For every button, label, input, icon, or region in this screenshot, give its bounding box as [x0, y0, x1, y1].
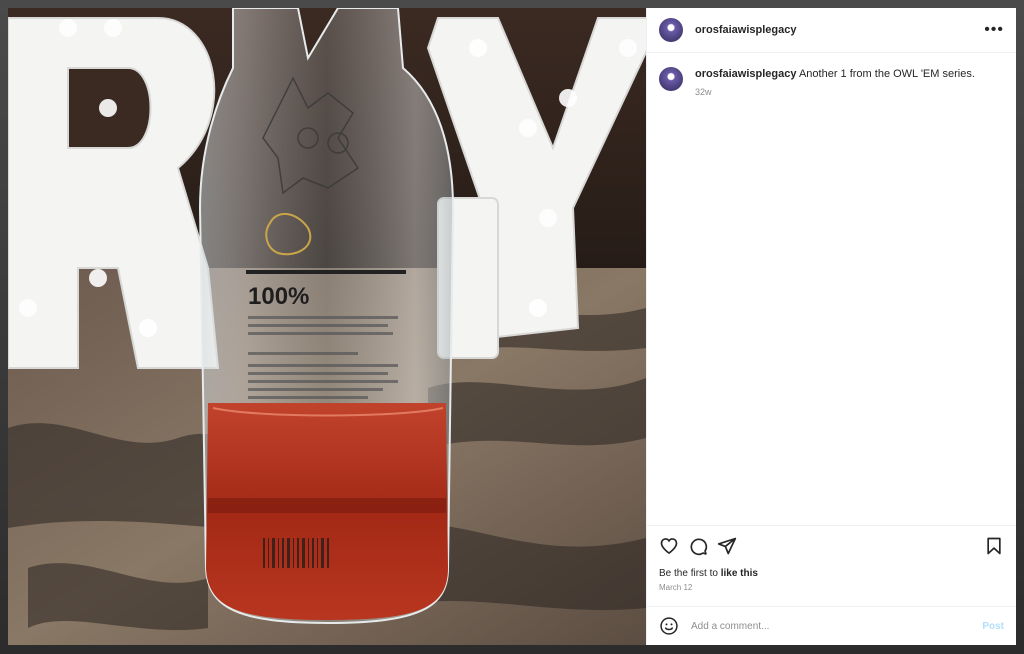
comment-icon[interactable] [688, 536, 708, 556]
caption-username[interactable]: orosfaiawisplegacy [695, 68, 797, 80]
caption-body: orosfaiawisplegacy Another 1 from the OW… [695, 67, 975, 99]
more-horizontal-icon[interactable]: ••• [984, 22, 1004, 38]
action-bar [659, 534, 1004, 558]
share-icon[interactable] [717, 536, 737, 556]
like-this-link[interactable]: like this [721, 568, 758, 579]
caption-text: Another 1 from the OWL 'EM series. [798, 68, 975, 80]
caption-avatar[interactable] [659, 67, 683, 91]
heart-icon[interactable] [659, 536, 679, 556]
post-date[interactable]: March 12 [659, 583, 1004, 592]
post-details-panel: orosfaiawisplegacy ••• orosfaiawisplegac… [646, 8, 1016, 645]
add-comment-bar: Post [647, 606, 1016, 645]
caption-row: orosfaiawisplegacy Another 1 from the OW… [659, 67, 1004, 99]
post-header: orosfaiawisplegacy ••• [647, 8, 1016, 53]
emoji-icon[interactable] [659, 616, 679, 636]
likes-prefix: Be the first to [659, 568, 718, 579]
avatar[interactable] [659, 18, 683, 42]
post-modal: 100% orosfaiawisplegacy ••• orosfaiawisp… [8, 8, 1016, 645]
post-photo[interactable]: 100% [8, 8, 646, 645]
post-author-username[interactable]: orosfaiawisplegacy [695, 24, 797, 36]
post-actions-section: Be the first to like this March 12 [647, 525, 1016, 606]
comments-section: orosfaiawisplegacy Another 1 from the OW… [647, 53, 1016, 525]
likes-summary: Be the first to like this [659, 568, 1004, 579]
post-comment-button[interactable]: Post [982, 621, 1004, 632]
photo-illustration: 100% [8, 8, 646, 645]
caption-time[interactable]: 32w [695, 85, 975, 99]
bookmark-icon[interactable] [984, 536, 1004, 556]
comment-input[interactable] [689, 619, 983, 633]
bottle-label-percent: 100% [248, 283, 309, 310]
